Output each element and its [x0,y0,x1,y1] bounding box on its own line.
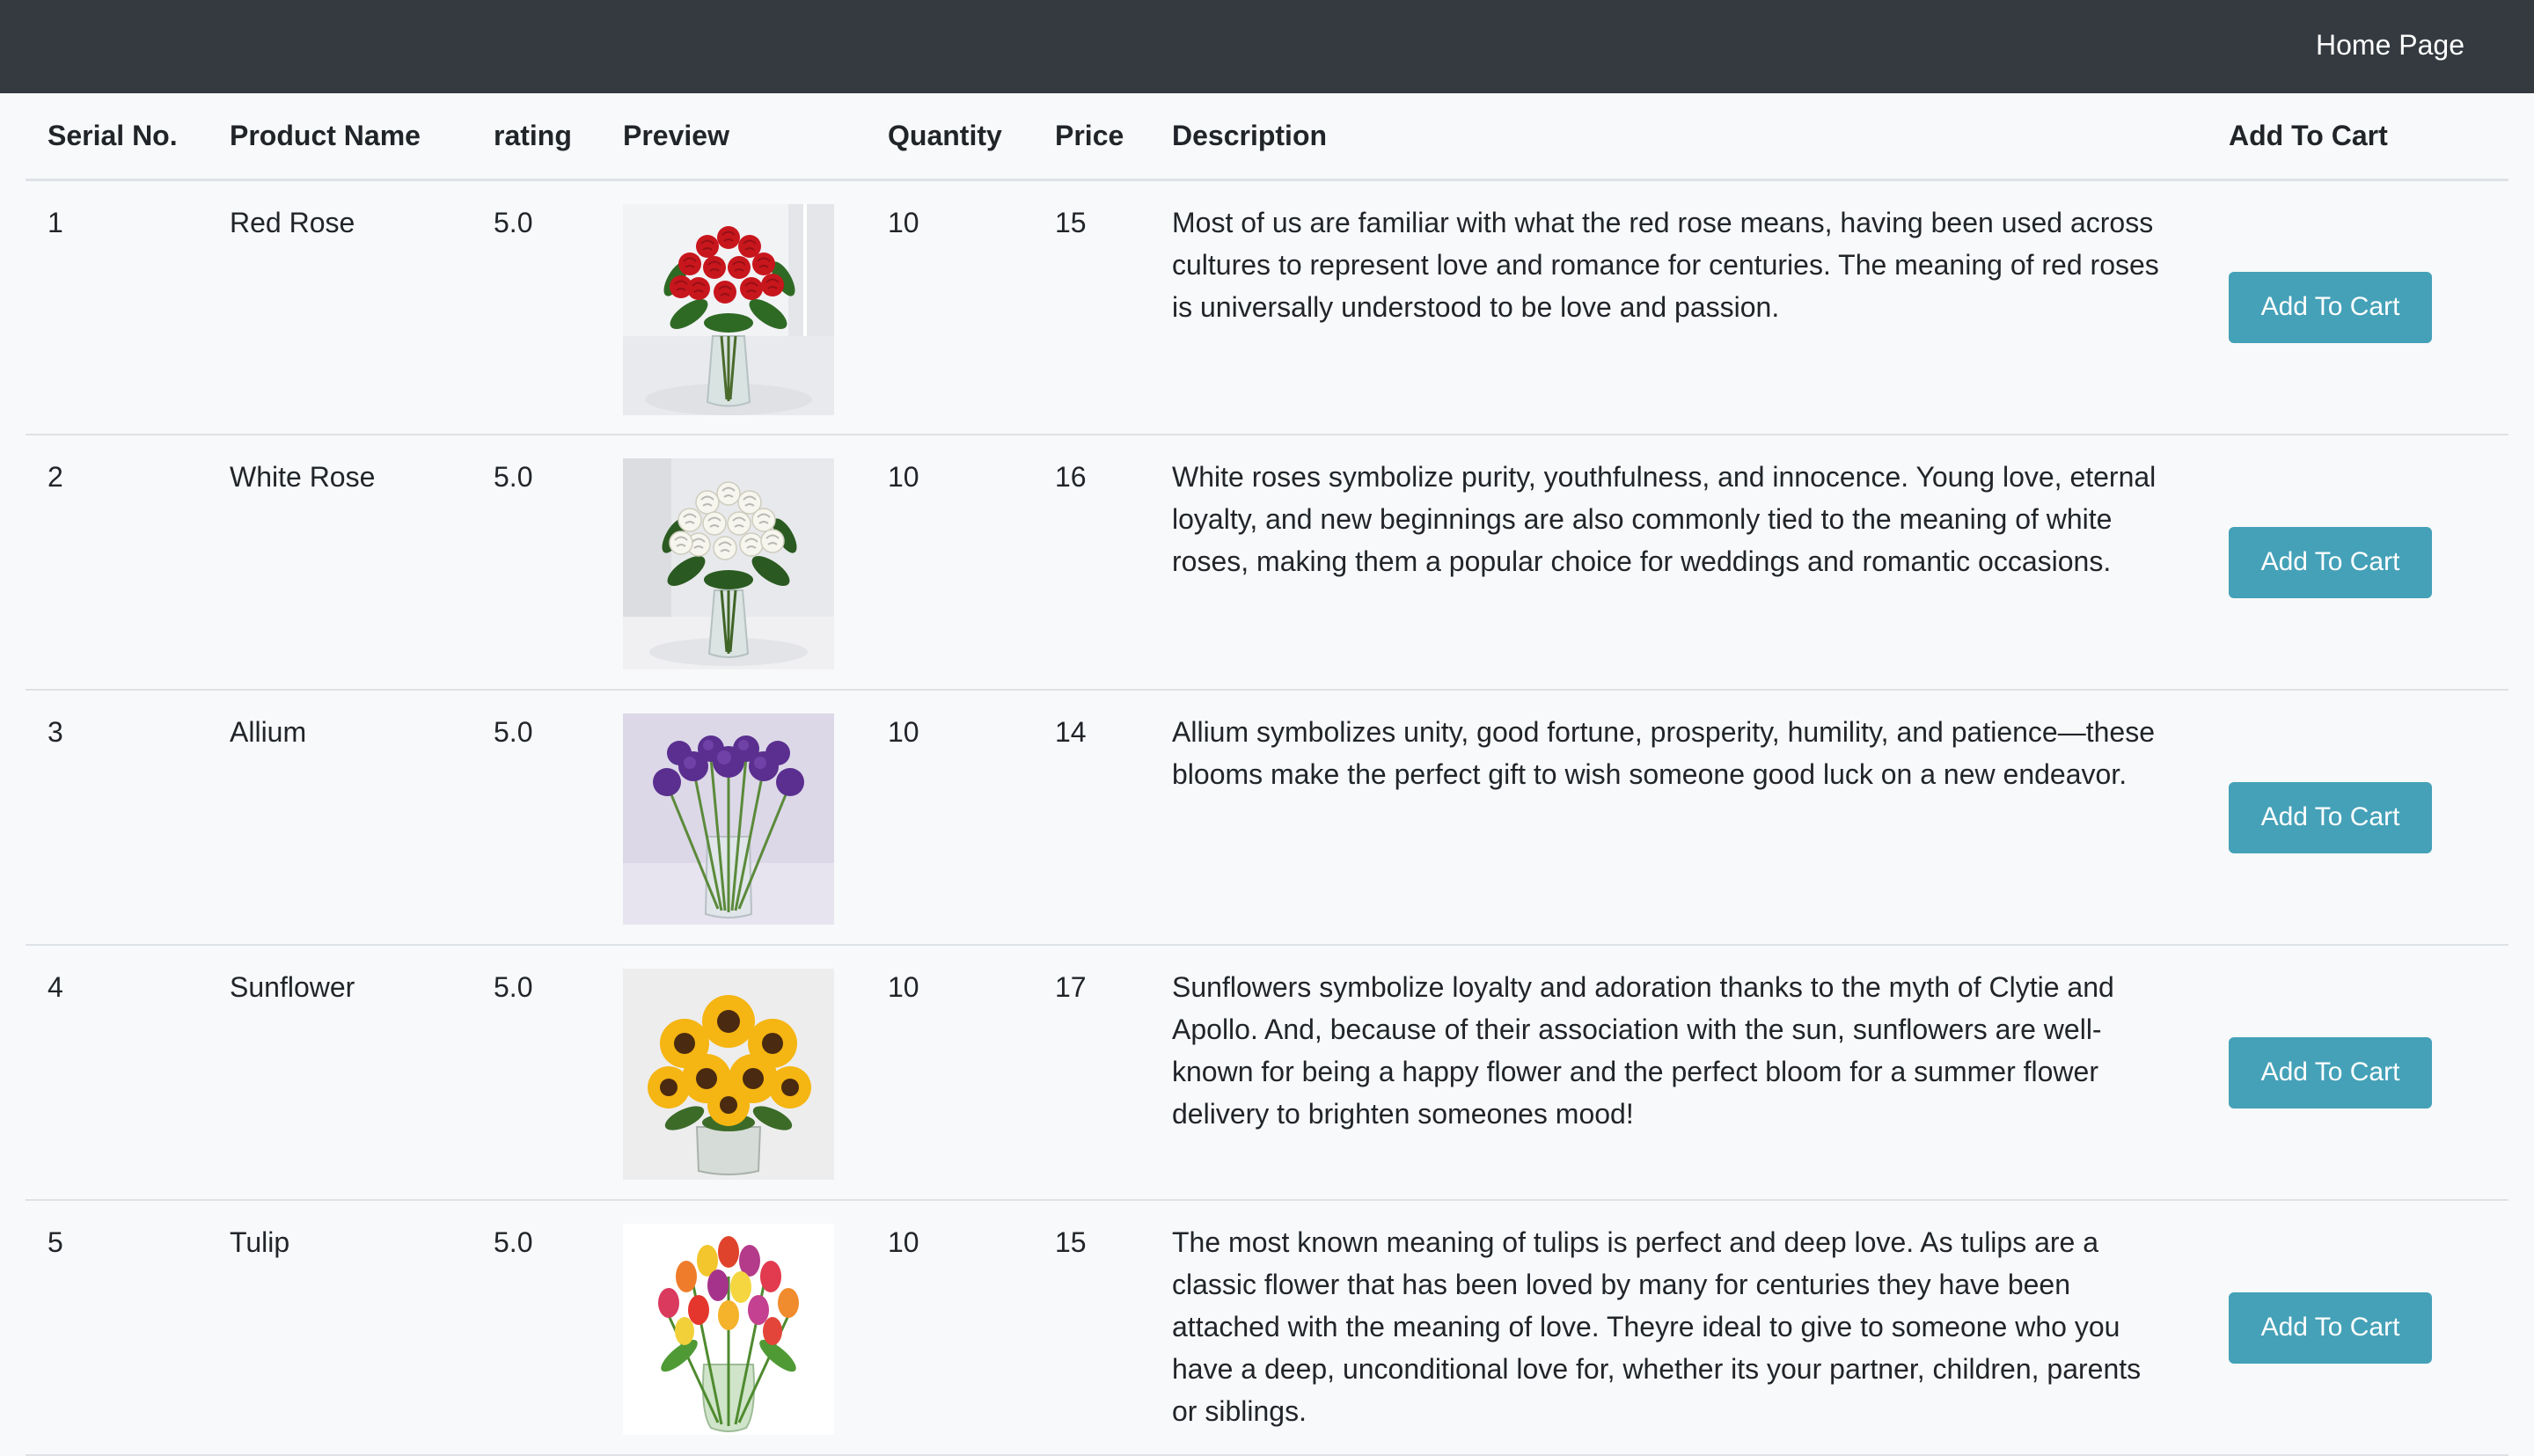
white-rose-bouquet-image [623,458,834,669]
preview-cell [601,179,866,435]
add-to-cart-cell: Add To Cart [2207,179,2508,435]
rating-cell: 5.0 [472,945,601,1201]
serial-cell: 3 [26,690,208,946]
rating-cell: 5.0 [472,179,601,435]
header-price: Price [1033,93,1150,181]
header-description: Description [1150,93,2207,181]
table-header-row: Serial No. Product Name rating Preview Q… [26,93,2508,181]
tulip-bouquet-image [623,1224,834,1435]
preview-cell [601,945,866,1201]
add-to-cart-button[interactable]: Add To Cart [2229,1291,2432,1364]
quantity-cell: 10 [866,179,1033,435]
allium-bouquet-image [623,713,834,925]
price-cell: 17 [1033,945,1150,1201]
description-cell: Allium symbolizes unity, good fortune, p… [1150,690,2207,946]
add-to-cart-button[interactable]: Add To Cart [2229,526,2432,598]
quantity-cell: 10 [866,1200,1033,1456]
quantity-cell: 10 [866,945,1033,1201]
add-to-cart-cell: Add To Cart [2207,690,2508,946]
add-to-cart-button[interactable]: Add To Cart [2229,781,2432,853]
preview-cell [601,435,866,691]
sunflower-bouquet-image [623,969,834,1180]
serial-cell: 1 [26,179,208,435]
product-name-cell: White Rose [208,435,472,691]
price-cell: 16 [1033,435,1150,691]
preview-cell [601,690,866,946]
header-product-name: Product Name [208,93,472,181]
table-row: 2 White Rose 5.0 10 16 White roses symbo… [26,435,2508,691]
add-to-cart-button[interactable]: Add To Cart [2229,271,2432,343]
table-row: 3 Allium 5.0 10 14 Allium symbolizes uni… [26,690,2508,946]
serial-cell: 2 [26,435,208,691]
header-rating: rating [472,93,601,181]
serial-cell: 4 [26,945,208,1201]
price-cell: 14 [1033,690,1150,946]
product-name-cell: Tulip [208,1200,472,1456]
price-cell: 15 [1033,179,1150,435]
navbar: Home Page [0,0,2534,93]
description-cell: White roses symbolize purity, youthfulne… [1150,435,2207,691]
price-cell: 15 [1033,1200,1150,1456]
header-serial-no: Serial No. [26,93,208,181]
header-preview: Preview [601,93,866,181]
products-table: Serial No. Product Name rating Preview Q… [26,93,2508,1456]
header-add-to-cart: Add To Cart [2207,93,2508,181]
product-name-cell: Allium [208,690,472,946]
rating-cell: 5.0 [472,690,601,946]
rating-cell: 5.0 [472,435,601,691]
table-row: 1 Red Rose 5.0 10 15 Most of us are fami… [26,179,2508,435]
product-name-cell: Red Rose [208,179,472,435]
red-rose-bouquet-image [623,203,834,415]
product-name-cell: Sunflower [208,945,472,1201]
table-row: 4 Sunflower 5.0 10 17 Sunflowers symboli… [26,945,2508,1201]
add-to-cart-button[interactable]: Add To Cart [2229,1036,2432,1108]
header-quantity: Quantity [866,93,1033,181]
quantity-cell: 10 [866,690,1033,946]
description-cell: Sunflowers symbolize loyalty and adorati… [1150,945,2207,1201]
add-to-cart-cell: Add To Cart [2207,945,2508,1201]
quantity-cell: 10 [866,435,1033,691]
add-to-cart-cell: Add To Cart [2207,435,2508,691]
rating-cell: 5.0 [472,1200,601,1456]
description-cell: Most of us are familiar with what the re… [1150,179,2207,435]
description-cell: The most known meaning of tulips is perf… [1150,1200,2207,1456]
home-page-link[interactable]: Home Page [2316,0,2464,93]
add-to-cart-cell: Add To Cart [2207,1200,2508,1456]
serial-cell: 5 [26,1200,208,1456]
preview-cell [601,1200,866,1456]
table-row: 5 Tulip 5.0 10 15 The most known meaning… [26,1200,2508,1456]
